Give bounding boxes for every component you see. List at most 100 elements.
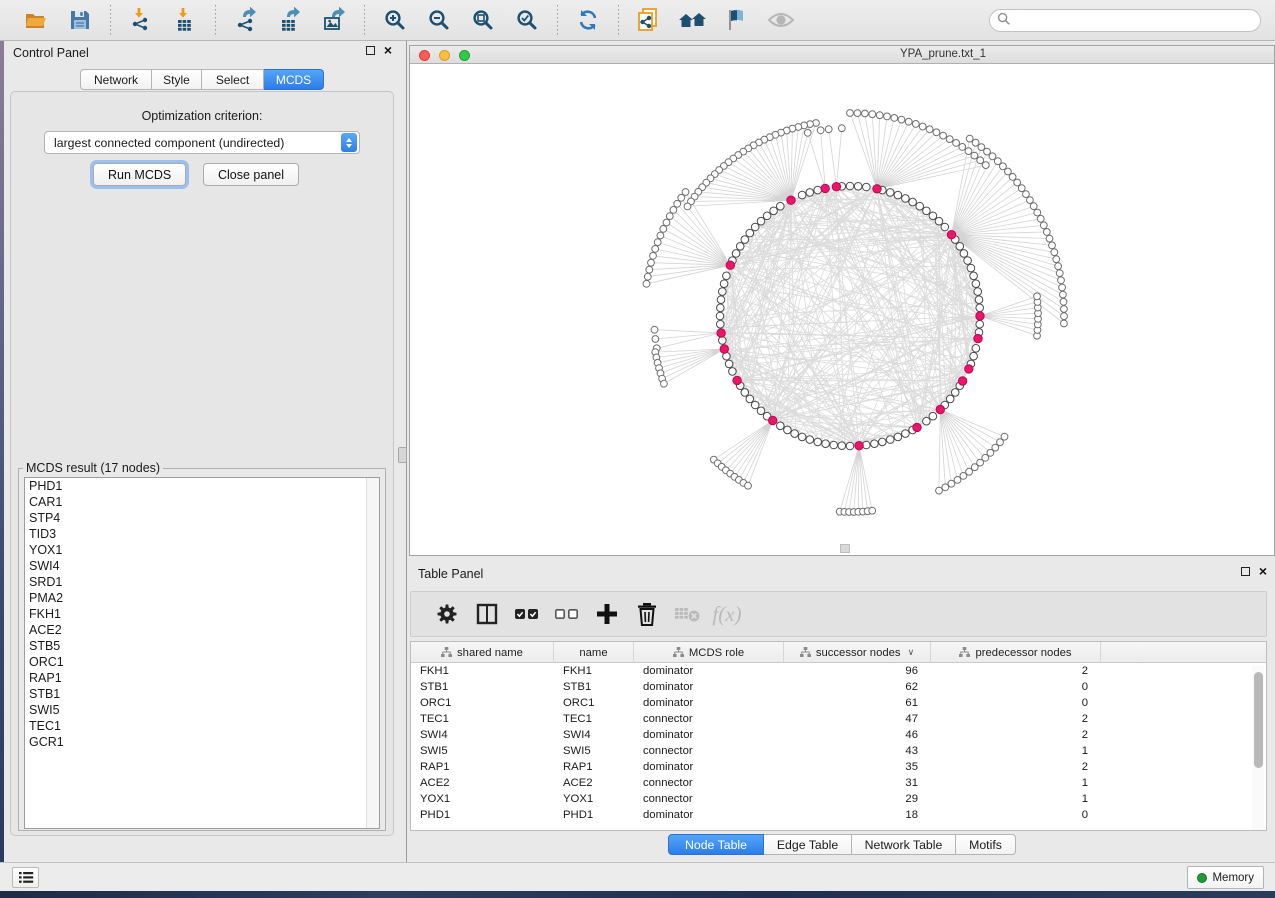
new-network-from-selection-icon[interactable] [634,5,664,35]
splitter-grip[interactable] [398,447,407,463]
table-row[interactable]: ORC1ORC1dominator610 [411,695,1266,711]
tab-select[interactable]: Select [202,69,264,90]
save-icon[interactable] [65,5,95,35]
mcds-result-item[interactable]: STB5 [25,638,379,654]
column-header-shared-name[interactable]: shared name [411,642,554,663]
zoom-in-icon[interactable] [380,5,410,35]
mcds-result-item[interactable]: SWI5 [25,702,379,718]
mcds-result-item[interactable]: SRD1 [25,574,379,590]
cell-MCDS-role: connector [634,711,784,727]
cell-shared-name: ORC1 [411,695,554,711]
network-window-titlebar[interactable]: YPA_prune.txt_1 [410,46,1274,64]
table-row[interactable]: FKH1FKH1dominator962 [411,663,1266,679]
import-network-icon[interactable] [126,5,156,35]
select-all-icon[interactable] [513,600,541,628]
column-header-name[interactable]: name [554,642,634,663]
tab-mcds[interactable]: MCDS [264,69,324,90]
import-table-icon[interactable] [170,5,200,35]
toolbar-separator [557,5,558,35]
optimization-criterion-dropdown[interactable]: largest connected component (undirected) [44,131,360,154]
mcds-result-item[interactable]: STB1 [25,686,379,702]
cell-successor-nodes: 61 [784,695,931,711]
mcds-result-item[interactable]: PHD1 [25,478,379,494]
tab-style[interactable]: Style [152,69,202,90]
task-history-button[interactable] [12,867,39,888]
cell-name: ORC1 [554,695,634,711]
delete-table-icon[interactable] [673,600,701,628]
close-panel-button[interactable]: Close panel [203,163,299,186]
zoom-fit-icon[interactable] [468,5,498,35]
table-row[interactable]: TEC1TEC1connector472 [411,711,1266,727]
search-input[interactable] [1016,12,1260,30]
tab-network[interactable]: Network [80,69,152,90]
open-folder-icon[interactable] [21,5,51,35]
zoom-window-traffic-light[interactable] [459,50,470,61]
cell-MCDS-role: connector [634,743,784,759]
zoom-selected-icon[interactable] [512,5,542,35]
zoom-out-icon[interactable] [424,5,454,35]
export-network-icon[interactable] [231,5,261,35]
mcds-result-item[interactable]: ORC1 [25,654,379,670]
export-image-icon[interactable] [319,5,349,35]
gear-icon[interactable] [433,600,461,628]
table-row[interactable]: SWI4SWI4dominator462 [411,727,1266,743]
table-row[interactable]: SWI5SWI5connector431 [411,743,1266,759]
minimize-window-traffic-light[interactable] [439,50,450,61]
mcds-result-group: MCDS result (17 nodes) PHD1CAR1STP4TID3Y… [18,461,386,831]
table-row[interactable]: YOX1YOX1connector291 [411,791,1266,807]
column-header-MCDS-role[interactable]: MCDS role [634,642,784,663]
column-header-predecessor-nodes[interactable]: predecessor nodes [931,642,1101,663]
cell-name: RAP1 [554,759,634,775]
close-table-panel-icon[interactable]: × [1259,566,1267,576]
table-row[interactable]: RAP1RAP1dominator352 [411,759,1266,775]
search-box[interactable] [989,9,1261,32]
float-panel-icon[interactable] [366,46,375,55]
table-scrollbar[interactable] [1252,666,1264,830]
mcds-result-list[interactable]: PHD1CAR1STP4TID3YOX1SWI4SRD1PMA2FKH1ACE2… [24,477,380,829]
mcds-result-item[interactable]: FKH1 [25,606,379,622]
deselect-all-icon[interactable] [553,600,581,628]
cell-name: TEC1 [554,711,634,727]
table-panel-title: Table Panel [418,567,483,581]
table-row[interactable]: STB1STB1dominator620 [411,679,1266,695]
show-hide-eye-icon[interactable] [766,5,796,35]
close-window-traffic-light[interactable] [419,50,430,61]
mcds-result-item[interactable]: CAR1 [25,494,379,510]
cell-MCDS-role: dominator [634,663,784,679]
hide-panel-icon[interactable] [722,5,752,35]
memory-button[interactable]: Memory [1187,866,1264,889]
mcds-result-item[interactable]: TEC1 [25,718,379,734]
column-header-successor-nodes[interactable]: successor nodes∨ [784,642,931,663]
first-neighbors-icon[interactable] [678,5,708,35]
close-panel-icon[interactable]: × [384,45,392,55]
cell-successor-nodes: 46 [784,727,931,743]
mcds-result-item[interactable]: PMA2 [25,590,379,606]
tab-network-table[interactable]: Network Table [852,834,956,855]
float-table-panel-icon[interactable] [1241,567,1250,576]
add-column-icon[interactable] [593,600,621,628]
delete-column-icon[interactable] [633,600,661,628]
mcds-result-item[interactable]: STP4 [25,510,379,526]
export-table-icon[interactable] [275,5,305,35]
mcds-result-item[interactable]: TID3 [25,526,379,542]
mcds-result-item[interactable]: GCR1 [25,734,379,750]
table-row[interactable]: ACE2ACE2connector311 [411,775,1266,791]
tab-edge-table[interactable]: Edge Table [764,834,852,855]
tab-node-table[interactable]: Node Table [668,834,764,855]
columns-icon[interactable] [473,600,501,628]
tab-motifs[interactable]: Motifs [956,834,1016,855]
table-scrollbar-thumb[interactable] [1254,672,1263,768]
mcds-result-item[interactable]: ACE2 [25,622,379,638]
run-mcds-button[interactable]: Run MCDS [93,163,186,186]
network-canvas[interactable] [410,64,1274,555]
node-table[interactable]: shared namenameMCDS rolesuccessor nodes∨… [410,641,1267,831]
refresh-layout-icon[interactable] [573,5,603,35]
mcds-list-scrollbar[interactable] [366,478,379,828]
mcds-result-item[interactable]: YOX1 [25,542,379,558]
table-row[interactable]: PHD1PHD1dominator180 [411,807,1266,823]
mcds-result-item[interactable]: RAP1 [25,670,379,686]
function-builder-icon[interactable]: f(x) [713,600,741,628]
network-window-grip[interactable] [840,544,850,553]
network-window-title: YPA_prune.txt_1 [900,48,986,60]
mcds-result-item[interactable]: SWI4 [25,558,379,574]
